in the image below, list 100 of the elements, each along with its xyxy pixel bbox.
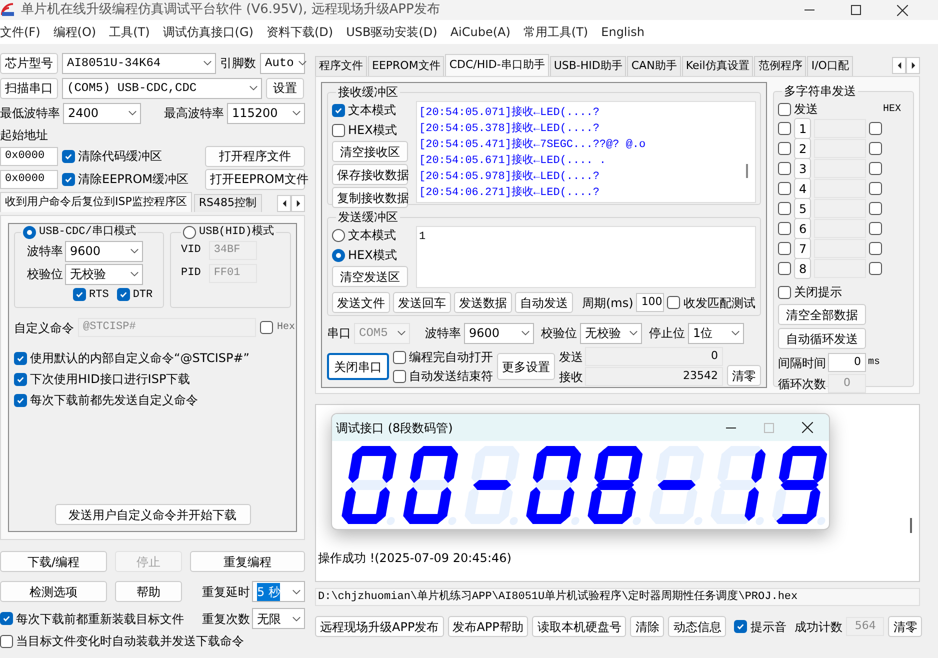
checkbox[interactable] — [778, 182, 791, 195]
scroll-left-icon[interactable] — [277, 195, 291, 212]
dropdown[interactable]: (COM5) USB-CDC,CDC — [62, 78, 262, 98]
radio-button[interactable] — [332, 228, 345, 242]
dropdown[interactable]: AI8051U-34K64 — [62, 52, 216, 74]
button[interactable]: 打开程序文件 — [205, 146, 305, 166]
input-field[interactable]: 0x0000 — [0, 146, 58, 166]
button[interactable]: 清空发送区 — [332, 266, 408, 287]
tab[interactable]: 范例程序 — [754, 56, 806, 76]
input-field[interactable]: 0 — [828, 353, 866, 372]
checkbox[interactable] — [14, 352, 27, 364]
close-icon[interactable] — [897, 4, 908, 16]
checkbox[interactable] — [62, 172, 75, 186]
tab[interactable]: 收到用户命令后复位到ISP监控程序区 — [0, 192, 192, 212]
button[interactable]: 发送回车 — [393, 292, 451, 313]
tab[interactable]: EEPROM文件 — [368, 56, 444, 76]
scroll-left-icon[interactable] — [892, 57, 906, 74]
menu-item[interactable]: 文件(F) — [0, 23, 40, 41]
button[interactable]: 1 — [794, 118, 811, 139]
radio-button[interactable] — [183, 226, 196, 239]
button[interactable]: 设置 — [266, 78, 304, 98]
checkbox[interactable] — [116, 288, 130, 302]
radio-button[interactable] — [23, 226, 36, 239]
button[interactable]: 扫描串口 — [0, 78, 58, 98]
checkbox[interactable] — [332, 104, 345, 116]
button[interactable]: 清除 — [630, 616, 664, 637]
tab[interactable]: 程序文件 — [315, 56, 367, 76]
radio-button[interactable] — [332, 248, 345, 262]
dropdown[interactable]: 115200 — [227, 102, 305, 124]
dropdown[interactable]: 1位 — [688, 322, 744, 344]
button[interactable]: 3 — [794, 158, 811, 179]
input-field[interactable]: 0 — [585, 347, 723, 366]
button[interactable]: 6 — [794, 218, 811, 239]
checkbox[interactable] — [778, 242, 791, 255]
dropdown[interactable]: 无校验 — [65, 264, 143, 284]
checkbox[interactable] — [393, 350, 406, 364]
input-field[interactable]: 100 — [636, 293, 664, 312]
checkbox[interactable] — [14, 372, 27, 386]
menu-item[interactable]: 调试仿真接口(G) — [162, 23, 254, 41]
button[interactable]: 4 — [794, 178, 811, 199]
button[interactable]: 发送用户自定义命令并开始下载 — [54, 504, 250, 525]
dropdown[interactable]: 9600 — [464, 322, 534, 344]
button[interactable]: 自动发送 — [515, 292, 573, 313]
checkbox[interactable] — [0, 612, 13, 625]
dropdown[interactable]: 9600 — [65, 240, 143, 262]
button[interactable]: 清零 — [888, 616, 922, 637]
checkbox[interactable] — [0, 634, 13, 648]
menu-item[interactable]: 常用工具(T) — [523, 23, 588, 41]
button[interactable]: 清空全部数据 — [778, 304, 866, 325]
button[interactable]: 读取本机硬盘号 — [532, 616, 626, 637]
send-text-area[interactable]: 1 — [416, 226, 756, 288]
dropdown[interactable]: 5 秒 — [252, 581, 305, 602]
checkbox[interactable] — [62, 150, 75, 162]
menu-item[interactable]: 编程(O) — [53, 23, 96, 41]
checkbox[interactable] — [869, 202, 882, 215]
checkbox[interactable] — [778, 162, 791, 175]
dropdown[interactable]: Auto — [260, 52, 305, 74]
button[interactable]: 8 — [794, 258, 811, 279]
button[interactable]: 清零 — [727, 365, 761, 386]
receive-text-area[interactable]: [20:54:05.071]接收←LED(....? [20:54:05.378]接收←LED(....? [20:54:05.471]接收←7SEGC...??@? @.o [20:54:05.671]接收←LED(.... . [20:54:05.978]接收←LED(....? [20:54:06.271]接收←LED(....? — [416, 101, 756, 203]
button[interactable]: 关闭串口 — [327, 353, 389, 380]
checkbox[interactable] — [869, 142, 882, 155]
button[interactable]: 检测选项 — [0, 581, 107, 602]
dropdown[interactable]: 无限 — [252, 608, 305, 629]
dropdown[interactable]: 2400 — [63, 102, 141, 124]
button[interactable]: 重复编程 — [190, 551, 305, 572]
menu-item[interactable]: AiCube(A) — [450, 23, 510, 41]
checkbox[interactable] — [14, 394, 27, 406]
input-field[interactable]: 23542 — [585, 367, 723, 386]
menu-item[interactable]: 资料下载(D) — [266, 23, 334, 41]
button[interactable]: 发送数据 — [454, 292, 512, 313]
button[interactable]: 帮助 — [115, 581, 182, 602]
scroll-right-icon[interactable] — [291, 195, 305, 212]
maximize-icon[interactable] — [851, 5, 861, 15]
button[interactable]: 复制接收数据 — [332, 187, 408, 208]
checkbox[interactable] — [778, 142, 791, 155]
button[interactable]: 芯片型号 — [0, 52, 58, 74]
checkbox[interactable] — [778, 222, 791, 235]
checkbox[interactable] — [393, 370, 406, 382]
button[interactable]: 更多设置 — [497, 353, 555, 380]
tab[interactable]: I/O口配 — [807, 56, 853, 76]
close-icon[interactable] — [802, 422, 813, 433]
checkbox[interactable] — [869, 262, 882, 275]
button[interactable]: 5 — [794, 198, 811, 219]
tab[interactable]: USB-HID助手 — [550, 56, 626, 76]
tab[interactable]: Keil仿真设置 — [682, 56, 754, 76]
checkbox[interactable] — [869, 222, 882, 235]
checkbox[interactable] — [734, 620, 748, 633]
button[interactable]: 保存接收数据 — [332, 164, 408, 185]
checkbox[interactable] — [778, 262, 791, 275]
button[interactable]: 发送文件 — [332, 292, 390, 313]
checkbox[interactable] — [667, 296, 680, 309]
checkbox[interactable] — [73, 288, 86, 302]
checkbox[interactable] — [332, 124, 345, 136]
button[interactable]: 7 — [794, 238, 811, 259]
dropdown[interactable]: 无校验 — [580, 322, 642, 344]
checkbox[interactable] — [869, 122, 882, 135]
menu-item[interactable]: 工具(T) — [109, 23, 150, 41]
menu-item[interactable]: USB驱动安装(D) — [346, 23, 438, 41]
button[interactable]: 发布APP帮助 — [448, 616, 528, 637]
